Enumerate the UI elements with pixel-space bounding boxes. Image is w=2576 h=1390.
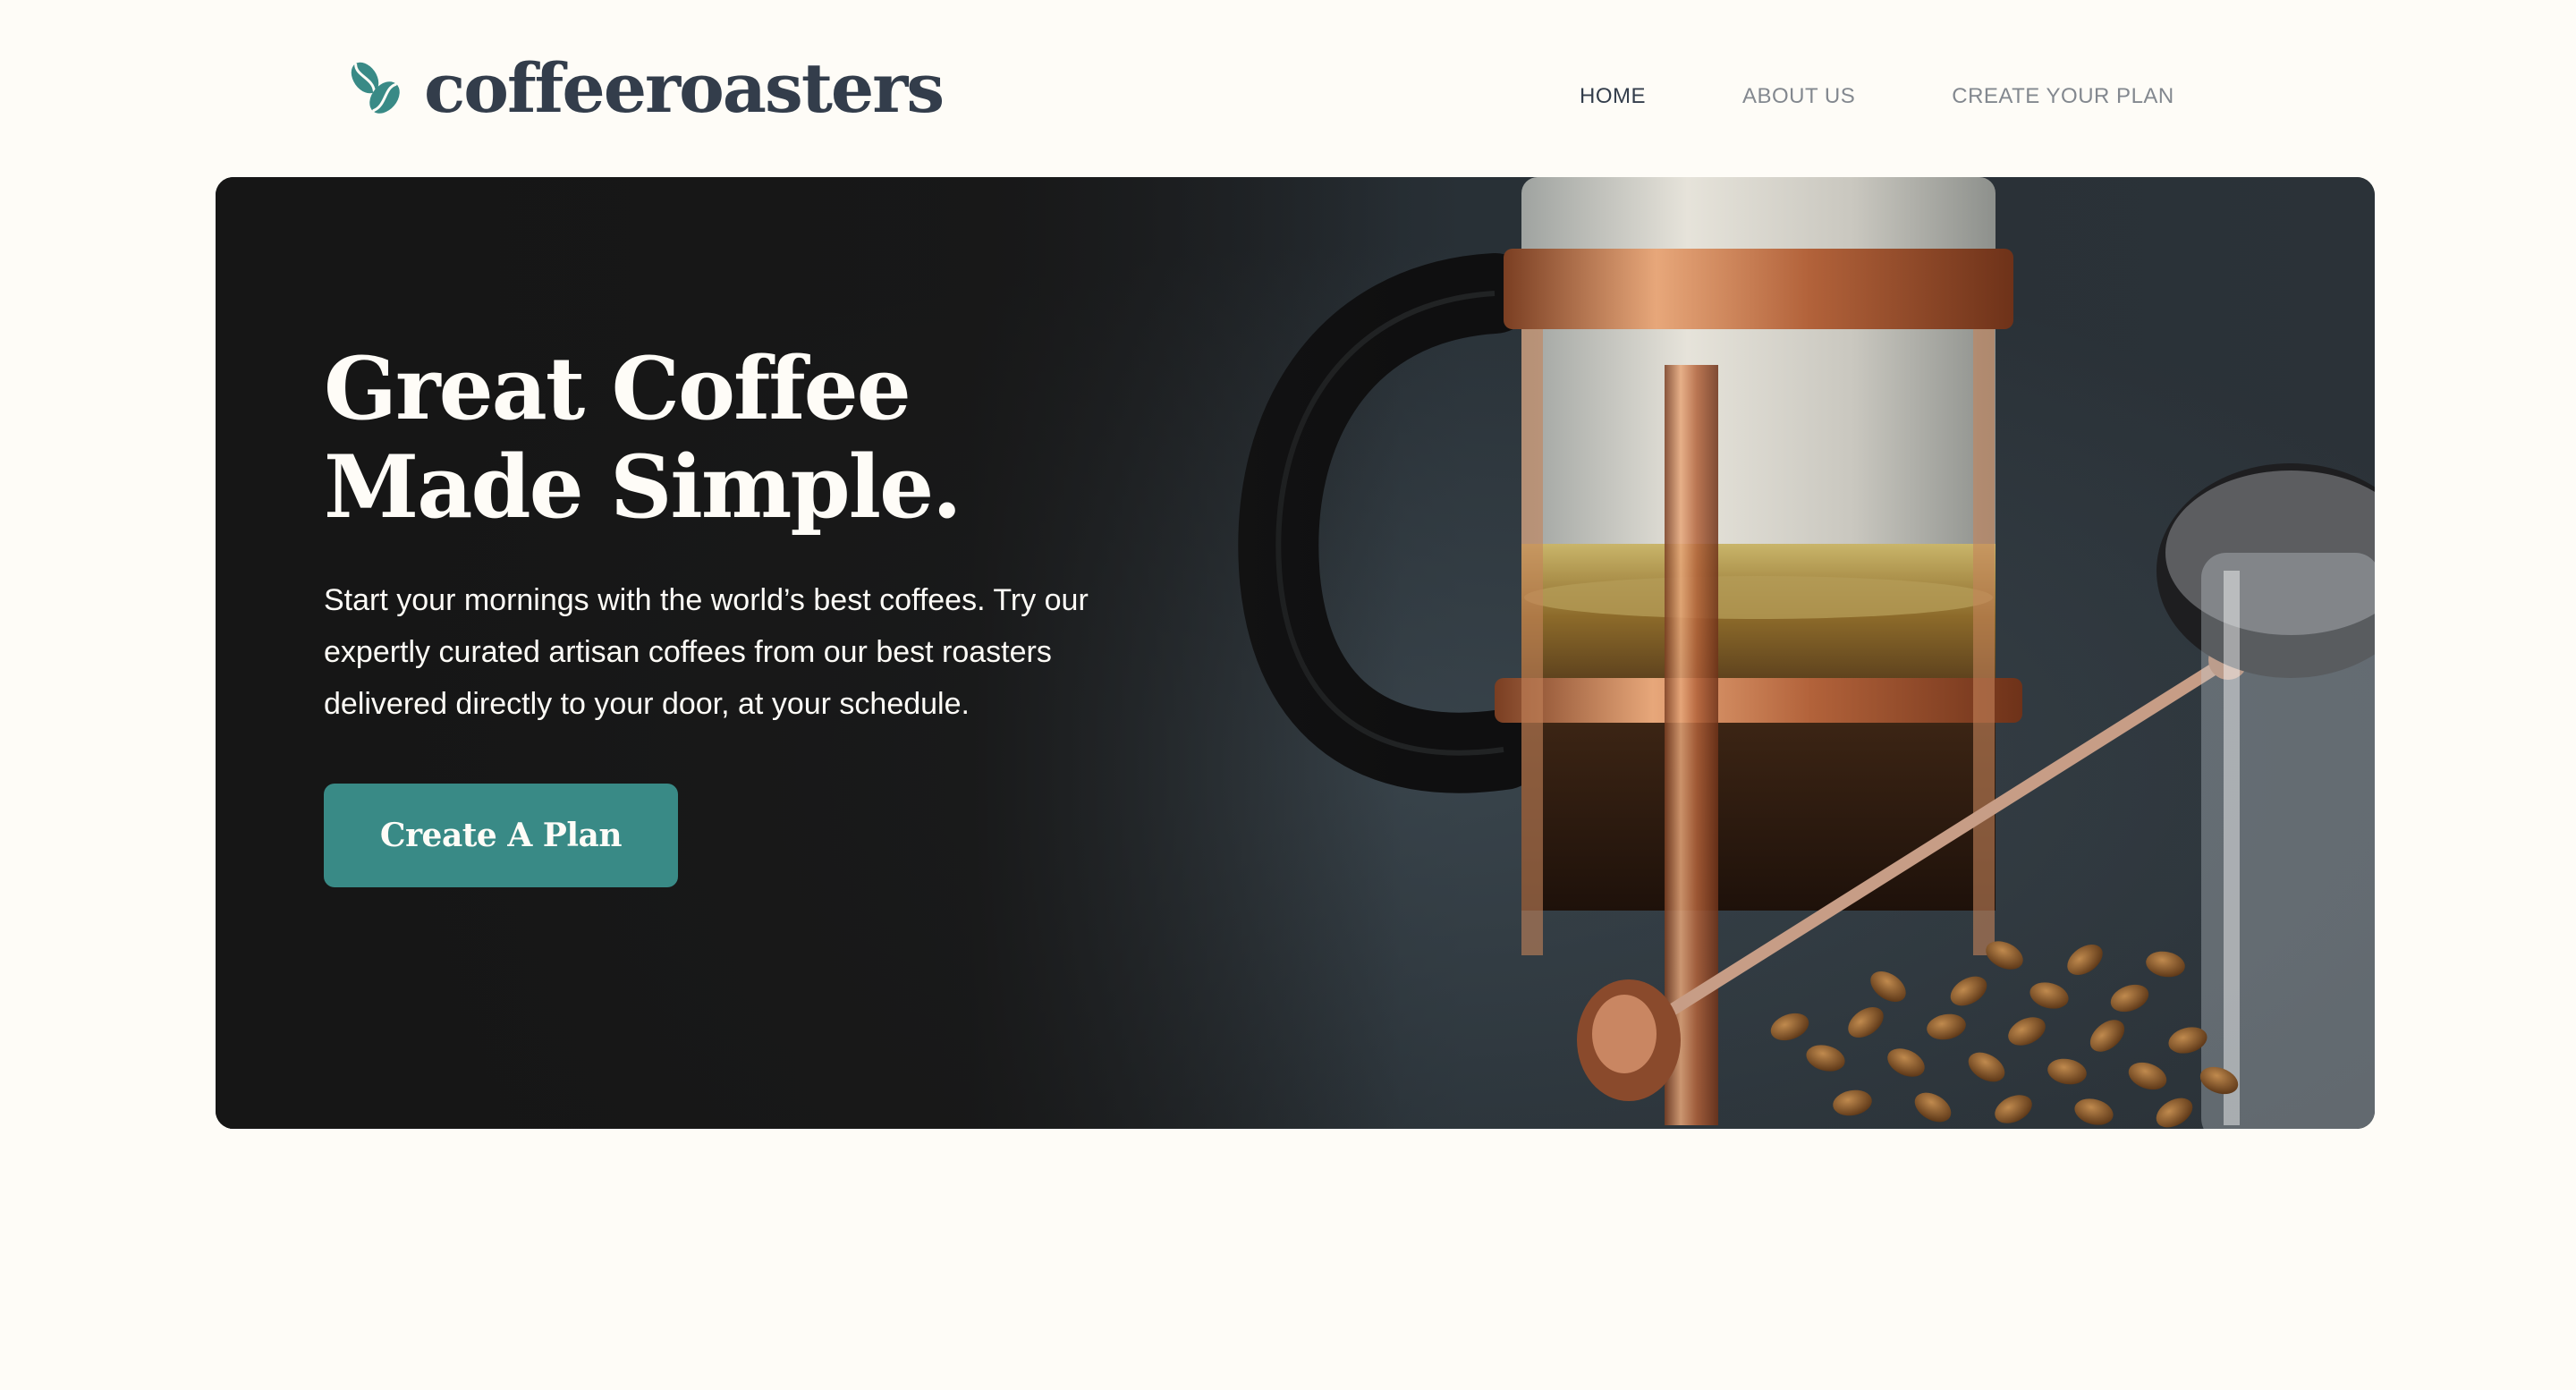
nav-item-about-us[interactable]: ABOUT US bbox=[1742, 79, 1855, 114]
hero-content: Great Coffee Made Simple. Start your mor… bbox=[324, 340, 1182, 887]
main-nav: HOME ABOUT US CREATE YOUR PLAN bbox=[1580, 79, 2174, 114]
coffee-bean-icon bbox=[345, 58, 406, 119]
hero-title: Great Coffee Made Simple. bbox=[324, 340, 1182, 537]
site-header: coffeeroasters HOME ABOUT US CREATE YOUR… bbox=[0, 0, 2576, 179]
hero-title-line-2: Made Simple. bbox=[324, 436, 962, 538]
hero-title-line-1: Great Coffee bbox=[324, 338, 911, 439]
brand-name: coffeeroasters bbox=[424, 48, 945, 128]
brand-logo[interactable]: coffeeroasters bbox=[345, 48, 945, 128]
hero-section: Great Coffee Made Simple. Start your mor… bbox=[216, 177, 2375, 1129]
nav-item-create-your-plan[interactable]: CREATE YOUR PLAN bbox=[1952, 79, 2174, 114]
create-plan-button[interactable]: Create A Plan bbox=[324, 784, 678, 887]
nav-item-home[interactable]: HOME bbox=[1580, 79, 1646, 114]
hero-description: Start your mornings with the world’s bes… bbox=[324, 583, 1089, 721]
